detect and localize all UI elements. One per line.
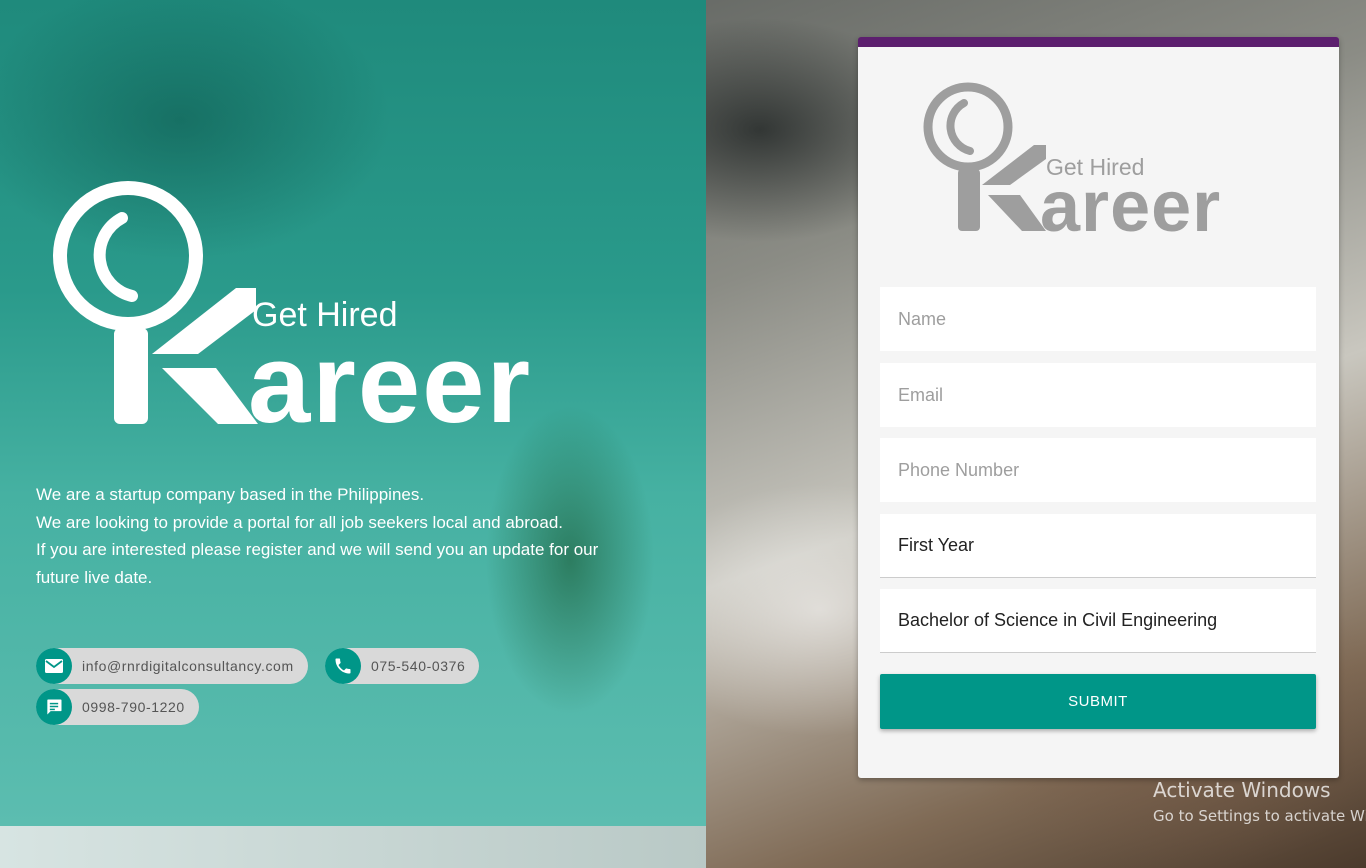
- course-value: Bachelor of Science in Civil Engineering: [898, 610, 1218, 630]
- magnifier-k-icon: [923, 82, 1046, 231]
- year-level-select[interactable]: First Year: [880, 514, 1316, 578]
- card-brand-wordmark: areer: [1040, 167, 1221, 239]
- footer-strip: [0, 826, 706, 868]
- mobile-contact[interactable]: 0998-790-1220: [36, 689, 199, 725]
- email-field[interactable]: [880, 363, 1316, 427]
- registration-card: Get Hired areer First Year Bachelor of S…: [858, 37, 1339, 778]
- email-text: info@rnrdigitalconsultancy.com: [82, 658, 294, 674]
- hero-logo: Get Hired areer: [53, 181, 532, 438]
- submit-button[interactable]: SUBMIT: [880, 674, 1316, 729]
- watermark-subtitle: Go to Settings to activate Windows.: [1153, 807, 1366, 825]
- year-level-value: First Year: [898, 535, 975, 555]
- watermark-title: Activate Windows: [1153, 778, 1331, 802]
- windows-activation-watermark: Activate Windows Go to Settings to activ…: [1153, 777, 1366, 829]
- phone-contact[interactable]: 075-540-0376: [325, 648, 480, 684]
- phone-icon: [325, 648, 361, 684]
- brand-wordmark: areer: [248, 321, 532, 438]
- message-icon: [36, 689, 72, 725]
- intro-line: If you are interested please register an…: [36, 540, 599, 587]
- intro-line: We are looking to provide a portal for a…: [36, 512, 563, 532]
- name-field[interactable]: [880, 287, 1316, 351]
- intro-line: We are a startup company based in the Ph…: [36, 485, 425, 504]
- phone-text: 075-540-0376: [371, 658, 466, 674]
- mail-icon: [36, 648, 72, 684]
- intro-panel: Get Hired areer We are a startup company…: [0, 0, 706, 826]
- magnifier-k-icon: [53, 181, 258, 424]
- course-select[interactable]: Bachelor of Science in Civil Engineering: [880, 589, 1316, 653]
- card-logo: Get Hired areer: [923, 82, 1221, 239]
- email-contact[interactable]: info@rnrdigitalconsultancy.com: [36, 648, 308, 684]
- phone-number-field[interactable]: [880, 438, 1316, 502]
- mobile-text: 0998-790-1220: [82, 699, 185, 715]
- intro-text: We are a startup company based in the Ph…: [36, 481, 636, 591]
